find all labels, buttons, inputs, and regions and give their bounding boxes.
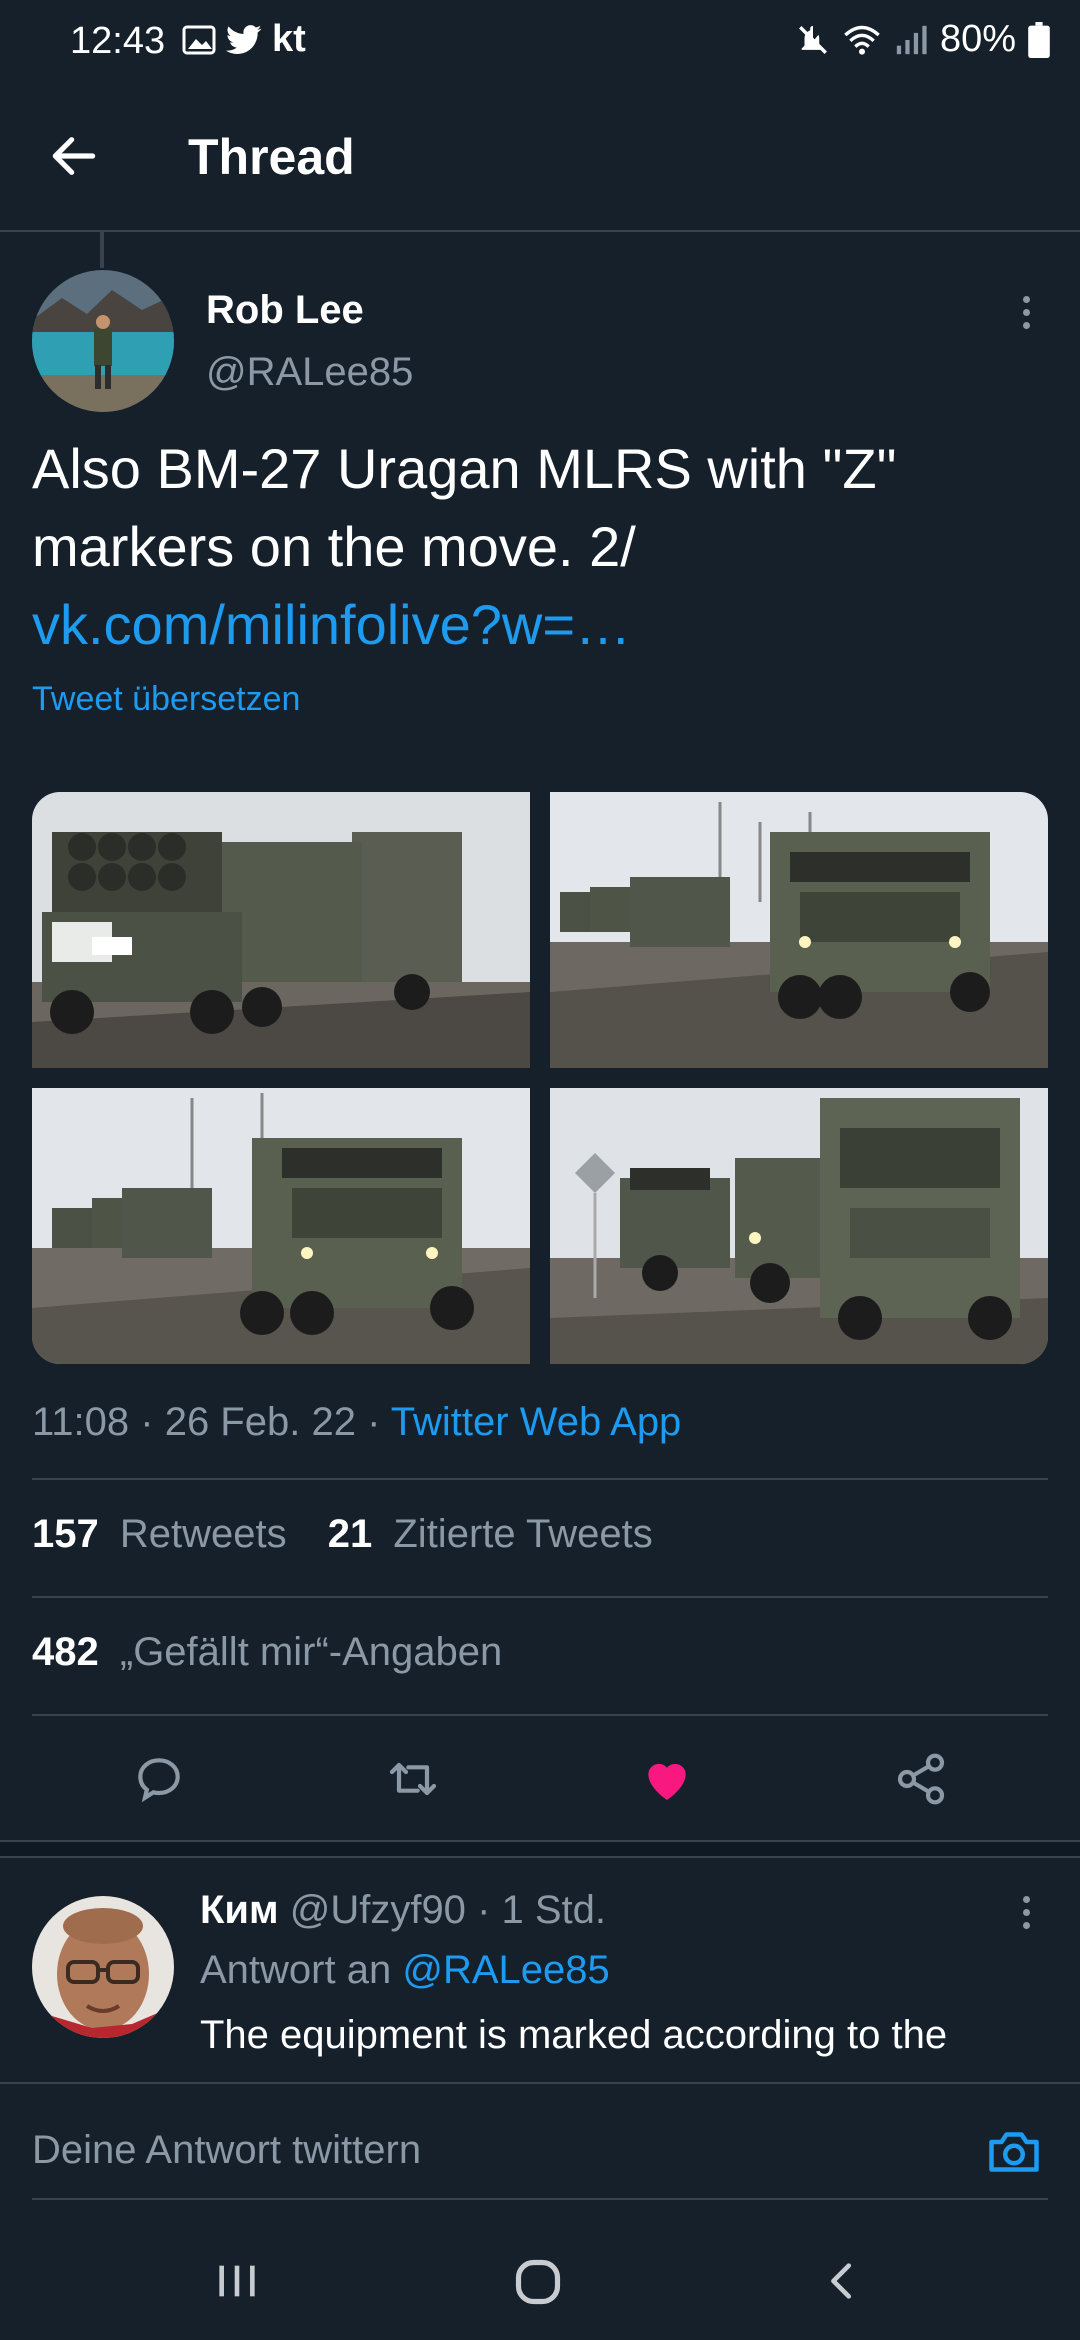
author-handle[interactable]: @RALee85: [206, 350, 413, 395]
likes-count[interactable]: 482: [32, 1630, 99, 1674]
status-bar: 12:43 kt 80%: [0, 0, 1080, 84]
reply-input[interactable]: Deine Antwort twittern: [32, 2128, 421, 2173]
compose-underline: [32, 2198, 1048, 2200]
system-nav-bar: [0, 2222, 1080, 2340]
media-photo-4[interactable]: [550, 1088, 1048, 1364]
reply-time: 1 Std.: [501, 1888, 607, 1932]
tweet-text-line1: Also BM-27 Uragan MLRS with "Z": [32, 437, 897, 500]
retweets-label[interactable]: Retweets: [120, 1512, 287, 1556]
meta-separator: ·: [140, 1400, 165, 1444]
reply-author-avatar[interactable]: [32, 1896, 174, 2038]
reply-compose-bar: Deine Antwort twittern: [0, 2082, 1080, 2224]
recent-apps-icon[interactable]: [214, 2258, 260, 2304]
reply-to-handle[interactable]: @RALee85: [402, 1948, 609, 1992]
author-avatar[interactable]: [32, 270, 174, 412]
reply-more-options-icon[interactable]: [1006, 1882, 1046, 1942]
signal-icon: [896, 25, 927, 54]
mute-icon: [798, 25, 827, 54]
quotes-count[interactable]: 21: [328, 1512, 373, 1556]
camera-icon[interactable]: [984, 2122, 1044, 2182]
divider: [32, 1478, 1048, 1480]
tweet-actions-bar: [32, 1720, 1048, 1838]
divider: [32, 1714, 1048, 1716]
reply-text: The equipment is marked according to the: [200, 2013, 948, 2057]
reply-author-name[interactable]: Ким: [200, 1888, 279, 1932]
media-photo-3[interactable]: [32, 1088, 530, 1364]
tweet-date: 26 Feb. 22: [164, 1400, 356, 1444]
tweet-media-grid: [32, 792, 1048, 1364]
retweet-icon[interactable]: [385, 1751, 441, 1807]
reply-author-handle[interactable]: @Ufzyf90: [290, 1888, 466, 1932]
meta-separator: ·: [477, 1888, 502, 1932]
divider: [32, 1596, 1048, 1598]
home-icon[interactable]: [512, 2256, 564, 2308]
tweet-more-options-icon[interactable]: [1006, 282, 1046, 342]
meta-separator: ·: [367, 1400, 391, 1444]
reply-to-line: Antwort an @RALee85: [200, 1948, 610, 1993]
quotes-label[interactable]: Zitierte Tweets: [393, 1512, 652, 1556]
status-kt-text: kt: [272, 18, 306, 60]
translate-tweet-link[interactable]: Tweet übersetzen: [32, 680, 300, 719]
reply-to-label: Antwort an: [200, 1948, 392, 1992]
tweet-text-line2: markers on the move. 2/: [32, 515, 636, 578]
tweet-time: 11:08: [32, 1400, 130, 1444]
share-icon[interactable]: [893, 1751, 949, 1807]
section-separator: [0, 1840, 1080, 1858]
retweets-count[interactable]: 157: [32, 1512, 99, 1556]
status-left-icons: kt: [182, 18, 306, 61]
tweet-timestamp-line: 11:08 · 26 Feb. 22 · Twitter Web App: [32, 1400, 681, 1445]
media-photo-2[interactable]: [550, 792, 1048, 1068]
tweet-text: Also BM-27 Uragan MLRS with "Z" markers …: [32, 430, 1032, 664]
reply-header: Ким @Ufzyf90 · 1 Std.: [200, 1888, 606, 1933]
reply-icon[interactable]: [131, 1751, 187, 1807]
twitter-bird-icon: [226, 24, 262, 54]
page-title: Thread: [188, 129, 355, 185]
media-photo-1[interactable]: [32, 792, 530, 1068]
tweet-client[interactable]: Twitter Web App: [391, 1400, 682, 1444]
retweet-stats: 157 Retweets 21 Zitierte Tweets: [32, 1512, 653, 1557]
gallery-icon: [182, 25, 216, 54]
status-time: 12:43: [70, 20, 166, 62]
like-heart-icon[interactable]: [639, 1751, 695, 1807]
system-back-icon[interactable]: [820, 2258, 866, 2304]
back-arrow-icon[interactable]: [46, 128, 102, 184]
wifi-icon: [844, 25, 880, 55]
tweet-link[interactable]: vk.com/milinfolive?w=…: [32, 586, 1032, 664]
likes-stats: 482 „Gefällt mir“-Angaben: [32, 1630, 502, 1675]
likes-label[interactable]: „Gefällt mir“-Angaben: [120, 1630, 502, 1674]
thread-header: Thread: [0, 84, 1080, 232]
battery-percent: 80%: [939, 18, 1016, 60]
thread-connector-line: [100, 232, 104, 268]
author-name[interactable]: Rob Lee: [206, 288, 364, 333]
status-right-icons: 80%: [796, 18, 1050, 61]
battery-icon: [1028, 21, 1050, 58]
